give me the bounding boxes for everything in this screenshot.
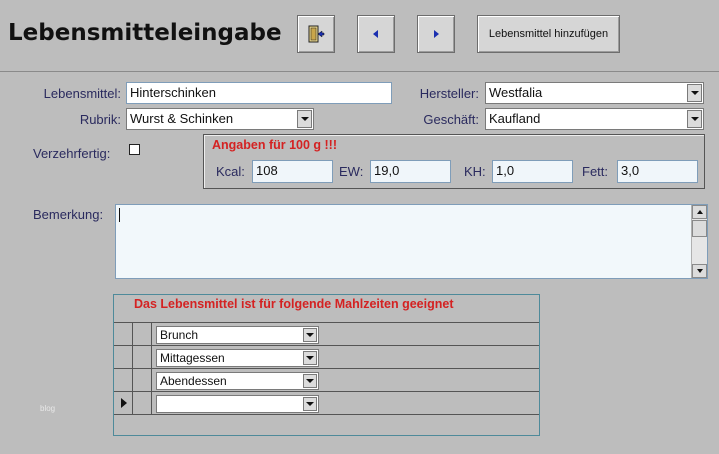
chevron-down-icon	[690, 117, 699, 121]
chevron-down-icon	[300, 117, 309, 121]
rubrik-value: Wurst & Schinken	[130, 111, 234, 126]
meal-row: Mittagessen	[114, 345, 539, 368]
hersteller-value: Westfalia	[489, 85, 543, 100]
kcal-input[interactable]: 108	[252, 160, 333, 183]
chevron-down-icon	[306, 402, 314, 406]
record-selector[interactable]	[114, 369, 133, 391]
add-food-button-label: Lebensmittel hinzufügen	[488, 28, 609, 40]
next-record-button[interactable]	[417, 15, 455, 53]
cell-divider	[151, 323, 152, 345]
prev-record-icon	[373, 30, 378, 38]
kh-label: KH:	[464, 164, 486, 179]
ew-input[interactable]: 19,0	[370, 160, 451, 183]
hersteller-label: Hersteller:	[419, 86, 479, 101]
fett-input[interactable]: 3,0	[617, 160, 698, 183]
next-record-icon	[434, 30, 439, 38]
record-selector[interactable]	[114, 392, 133, 414]
meal-combo[interactable]: Abendessen	[156, 372, 319, 390]
chevron-down-icon	[306, 356, 314, 360]
geschaeft-combo[interactable]: Kaufland	[485, 108, 704, 130]
exit-button[interactable]	[297, 15, 335, 53]
fett-label: Fett:	[582, 164, 609, 179]
hersteller-combo[interactable]: Westfalia	[485, 82, 704, 104]
geschaeft-dropdown-button[interactable]	[687, 110, 702, 128]
meal-combo[interactable]: Brunch	[156, 326, 319, 344]
meal-row: Brunch	[114, 322, 539, 345]
arrow-down-icon	[696, 269, 703, 273]
current-record-icon	[121, 398, 127, 408]
lebensmittel-input[interactable]: Hinterschinken	[126, 82, 392, 104]
lebensmittel-label: Lebensmittel:	[43, 86, 121, 101]
meal-dropdown-button[interactable]	[303, 374, 317, 388]
meal-value: Brunch	[160, 328, 199, 342]
bemerkung-textarea[interactable]	[115, 204, 708, 279]
nutrition-title: Angaben für 100 g !!!	[212, 138, 338, 152]
meal-value: Mittagessen	[160, 351, 225, 365]
meal-value: Abendessen	[160, 374, 227, 388]
scroll-down-button[interactable]	[692, 264, 707, 278]
previous-record-button[interactable]	[357, 15, 395, 53]
exit-door-icon	[308, 25, 325, 43]
meal-row-new	[114, 391, 539, 414]
rows-end-line	[114, 414, 539, 415]
arrow-up-icon	[696, 210, 703, 214]
meal-combo[interactable]	[156, 395, 319, 413]
chevron-down-icon	[306, 379, 314, 383]
rubrik-combo[interactable]: Wurst & Schinken	[126, 108, 314, 130]
chevron-down-icon	[306, 333, 314, 337]
text-caret	[119, 208, 120, 222]
meals-title: Das Lebensmittel ist für folgende Mahlze…	[134, 297, 454, 311]
record-selector[interactable]	[114, 346, 133, 368]
meal-row: Abendessen	[114, 368, 539, 391]
meal-dropdown-button[interactable]	[303, 397, 317, 411]
ew-label: EW:	[339, 164, 364, 179]
cell-divider	[151, 346, 152, 368]
add-food-button[interactable]: Lebensmittel hinzufügen	[477, 15, 620, 53]
rubrik-dropdown-button[interactable]	[297, 110, 312, 128]
bemerkung-label: Bemerkung:	[33, 207, 104, 222]
meals-subform: Das Lebensmittel ist für folgende Mahlze…	[113, 294, 540, 436]
chevron-down-icon	[690, 91, 699, 95]
meal-combo[interactable]: Mittagessen	[156, 349, 319, 367]
form-title: Lebensmitteleingabe	[8, 20, 282, 46]
bemerkung-scrollbar[interactable]	[691, 205, 707, 278]
watermark-text: blog	[40, 404, 56, 413]
verzehrfertig-label: Verzehrfertig:	[33, 146, 111, 161]
cell-divider	[151, 369, 152, 391]
verzehrfertig-checkbox[interactable]	[129, 144, 140, 155]
geschaeft-label: Geschäft:	[423, 112, 479, 127]
rubrik-label: Rubrik:	[79, 112, 121, 127]
cell-divider	[151, 392, 152, 414]
scroll-up-button[interactable]	[692, 205, 707, 219]
kcal-label: Kcal:	[216, 164, 245, 179]
meal-dropdown-button[interactable]	[303, 351, 317, 365]
geschaeft-value: Kaufland	[489, 111, 541, 126]
meal-dropdown-button[interactable]	[303, 328, 317, 342]
scrollbar-thumb[interactable]	[692, 220, 707, 237]
hersteller-dropdown-button[interactable]	[687, 84, 702, 102]
record-selector[interactable]	[114, 323, 133, 345]
kh-input[interactable]: 1,0	[492, 160, 573, 183]
